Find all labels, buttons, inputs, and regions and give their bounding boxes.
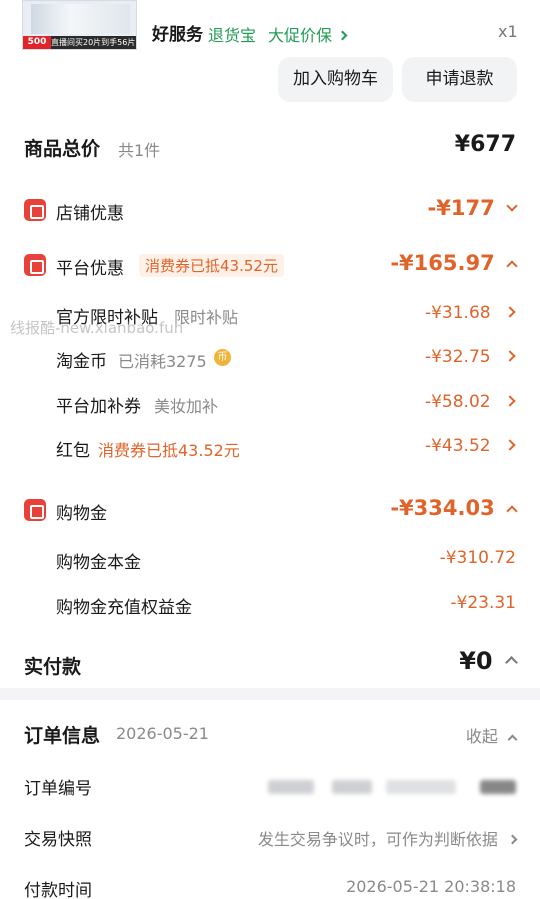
red-packet-label: 红包	[56, 441, 90, 461]
subsidy-row[interactable]: -¥31.68	[424, 303, 516, 323]
product-thumbnail[interactable]: 直播间买20片到手56片 500	[22, 0, 137, 50]
paid-value: ¥0	[459, 647, 493, 675]
shopping-gold-label: 购物金	[56, 504, 107, 524]
chevron-right-icon	[504, 395, 516, 407]
chevron-up-icon	[506, 260, 518, 272]
gold-bonus-value: -¥23.31	[450, 593, 516, 613]
platform-discount-row[interactable]: -¥165.97	[390, 251, 518, 275]
platform-coupon-row[interactable]: -¥58.02	[424, 392, 516, 412]
paid-label: 实付款	[24, 656, 82, 678]
service-logo: 好服务	[152, 25, 203, 45]
snapshot-row[interactable]: 发生交易争议时，可作为判断依据	[257, 826, 518, 850]
service-tag-return[interactable]: 退货宝	[208, 22, 256, 46]
chevron-right-icon	[507, 834, 518, 845]
subsidy-value: -¥31.68	[424, 303, 491, 323]
total-price-label: 商品总价	[24, 138, 101, 160]
order-info-date: 2026-05-21	[116, 724, 209, 743]
store-discount-label: 店铺优惠	[56, 204, 124, 224]
chevron-up-icon	[506, 505, 518, 517]
platform-coupon-label: 平台加补券	[56, 397, 141, 417]
snapshot-label: 交易快照	[24, 830, 92, 850]
chevron-right-icon	[504, 350, 516, 362]
product-image	[31, 4, 130, 34]
store-discount-row[interactable]: -¥177	[427, 196, 518, 220]
taojinbi-value: -¥32.75	[424, 347, 491, 367]
service-tag-price-protect[interactable]: 大促价保	[268, 22, 348, 46]
coin-icon: 币	[214, 349, 231, 366]
shopping-gold-icon	[24, 499, 46, 521]
taojinbi-sub: 已消耗3275	[118, 352, 207, 371]
store-icon	[24, 199, 46, 221]
red-packet-value: -¥43.52	[424, 436, 491, 456]
gold-principal-value: -¥310.72	[439, 548, 516, 568]
shopping-gold-row[interactable]: -¥334.03	[390, 496, 518, 520]
chevron-down-icon	[506, 200, 518, 212]
platform-coupon-value: -¥58.02	[424, 392, 491, 412]
quantity: x1	[498, 22, 518, 41]
add-to-cart-button[interactable]: 加入购物车	[278, 57, 393, 102]
watermark: 线报酷-new.xianbao.fun	[10, 319, 184, 337]
taojinbi-row[interactable]: -¥32.75	[424, 347, 516, 367]
platform-coupon-sub: 美妆加补	[154, 397, 219, 416]
pay-time-label: 付款时间	[24, 881, 92, 899]
chevron-up-icon	[505, 656, 518, 669]
gold-bonus-label: 购物金充值权益金	[56, 598, 192, 618]
chevron-right-icon	[504, 439, 516, 451]
voucher-pill: 消费券已抵43.52元	[139, 254, 284, 277]
request-refund-button[interactable]: 申请退款	[402, 57, 517, 102]
platform-icon	[24, 254, 46, 276]
chevron-right-icon	[337, 30, 348, 41]
item-count: 共1件	[118, 141, 161, 160]
red-packet-row[interactable]: -¥43.52	[424, 436, 516, 456]
order-no-label: 订单编号	[24, 779, 92, 799]
chevron-right-icon	[504, 306, 516, 318]
order-info-title: 订单信息	[24, 725, 101, 747]
collapse-button[interactable]: 收起	[466, 723, 518, 747]
paid-row[interactable]: ¥0	[459, 647, 518, 675]
store-discount-value: -¥177	[427, 196, 495, 220]
thumb-price-badge: 500	[23, 36, 51, 49]
red-packet-sub: 消费券已抵43.52元	[98, 441, 240, 460]
taojinbi-label: 淘金币	[56, 352, 107, 372]
pay-time-value: 2026-05-21 20:38:18	[346, 877, 516, 896]
shopping-gold-value: -¥334.03	[390, 496, 495, 520]
section-divider	[0, 688, 540, 700]
platform-discount-label: 平台优惠	[56, 259, 124, 279]
gold-principal-label: 购物金本金	[56, 553, 141, 573]
subsidy-sub: 限时补贴	[174, 308, 239, 327]
order-no-redacted	[268, 778, 518, 796]
snapshot-value: 发生交易争议时，可作为判断依据	[257, 830, 498, 849]
platform-discount-value: -¥165.97	[390, 251, 495, 275]
chevron-up-icon	[507, 734, 518, 745]
total-price-value: ¥677	[454, 132, 516, 157]
